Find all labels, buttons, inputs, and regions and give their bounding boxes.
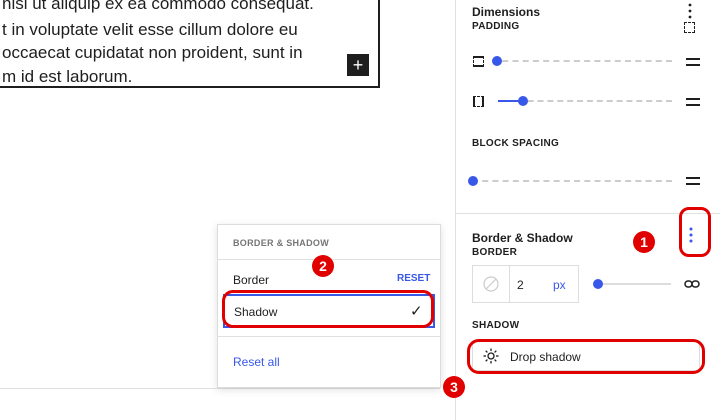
border-width-slider-track[interactable] bbox=[597, 283, 671, 287]
border-width-slider-thumb[interactable] bbox=[593, 279, 603, 289]
border-color-button[interactable] bbox=[473, 266, 510, 302]
paragraph-line: m id est laborum. bbox=[2, 67, 133, 86]
border-label: BORDER bbox=[472, 247, 518, 258]
shadow-label: SHADOW bbox=[472, 320, 520, 331]
block-spacing-slider-thumb[interactable] bbox=[468, 176, 478, 186]
link-sides-icon[interactable] bbox=[684, 277, 700, 289]
menu-divider bbox=[218, 336, 440, 337]
border-width-input[interactable]: 2 bbox=[517, 278, 524, 292]
border-unit-select[interactable]: px bbox=[553, 278, 566, 292]
paragraph-block[interactable]: nisi ut aliquip ex ea commodo consequat.… bbox=[0, 0, 380, 88]
annotation-box-options bbox=[679, 207, 711, 257]
padding-label: PADDING bbox=[472, 21, 520, 32]
block-spacing-slider-track[interactable] bbox=[472, 180, 672, 184]
padding-horizontal-icon bbox=[473, 96, 484, 107]
annotation-badge-3: 3 bbox=[443, 376, 465, 398]
padding-vertical-custom-icon[interactable] bbox=[686, 56, 700, 68]
paragraph-line: occaecat cupidatat non proident, sunt in bbox=[2, 43, 303, 62]
block-spacing-label: BLOCK SPACING bbox=[472, 138, 560, 149]
reset-all-button[interactable]: Reset all bbox=[233, 355, 280, 369]
annotation-box-shadow bbox=[222, 290, 434, 328]
border-reset-button[interactable]: RESET bbox=[397, 273, 430, 284]
border-width-control: 2 px bbox=[472, 265, 579, 303]
padding-vertical-slider-track[interactable] bbox=[492, 60, 672, 64]
paragraph-line: nisi ut aliquip ex ea commodo consequat. bbox=[2, 0, 314, 13]
border-shadow-title: Border & Shadow bbox=[472, 231, 573, 245]
padding-linked-sides-icon[interactable] bbox=[684, 22, 695, 33]
annotation-badge-2: 2 bbox=[312, 255, 334, 277]
editor-bottom-divider bbox=[0, 388, 440, 389]
block-spacing-custom-icon[interactable] bbox=[686, 175, 700, 187]
paragraph-line: t in voluptate velit esse cillum dolore … bbox=[2, 20, 298, 39]
no-color-icon bbox=[483, 276, 499, 292]
dimensions-options-icon[interactable] bbox=[683, 2, 697, 20]
padding-vertical-slider-thumb[interactable] bbox=[492, 56, 502, 66]
menu-item-border[interactable]: Border bbox=[233, 273, 269, 287]
padding-horizontal-custom-icon[interactable] bbox=[686, 96, 700, 108]
padding-vertical-icon bbox=[473, 56, 484, 67]
add-block-button[interactable]: + bbox=[347, 54, 369, 76]
menu-heading: BORDER & SHADOW bbox=[233, 238, 329, 248]
annotation-badge-1: 1 bbox=[633, 231, 655, 253]
dimensions-title: Dimensions bbox=[472, 5, 541, 19]
padding-horizontal-slider-thumb[interactable] bbox=[518, 96, 528, 106]
annotation-box-drop-shadow bbox=[467, 339, 705, 374]
